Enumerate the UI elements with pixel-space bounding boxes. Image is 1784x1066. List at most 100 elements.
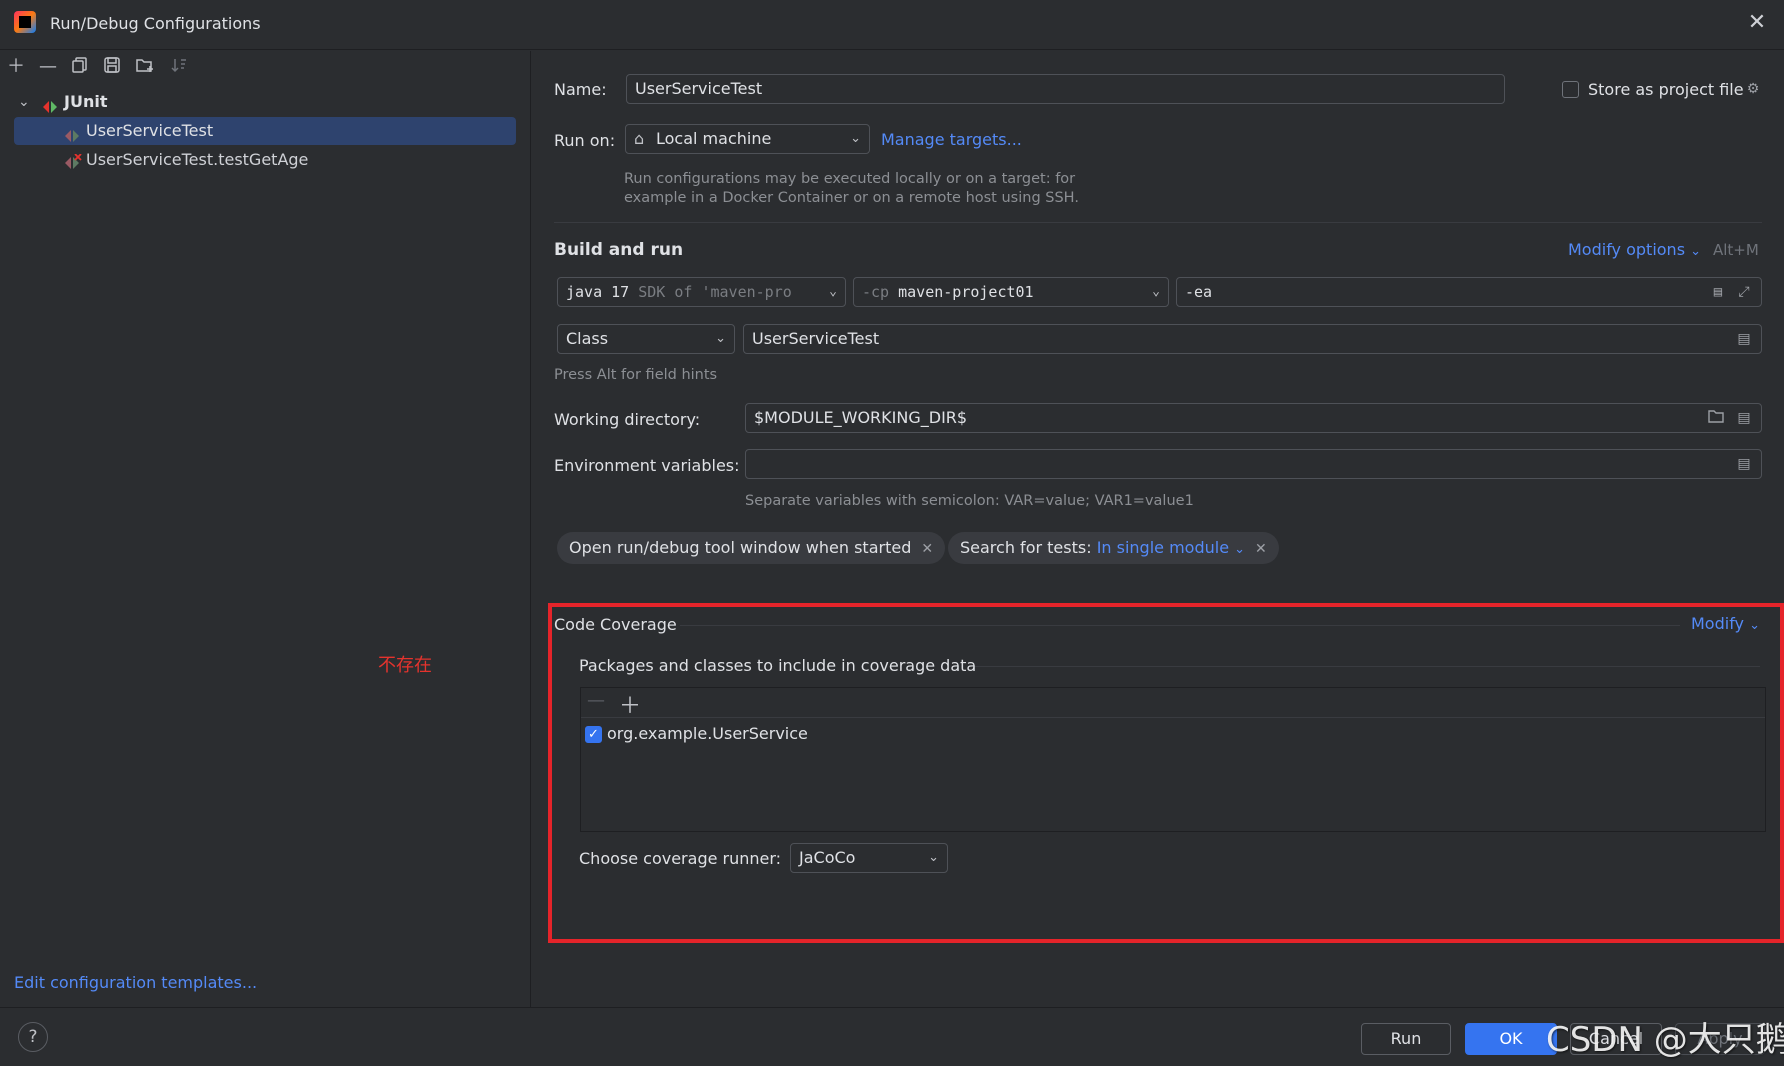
cp-dim: -cp bbox=[862, 283, 890, 301]
run-on-select[interactable]: ⌂ Local machine ⌄ bbox=[625, 124, 870, 154]
manage-targets-link[interactable]: Manage targets... bbox=[881, 130, 1022, 149]
tree-item-label: UserServiceTest bbox=[86, 121, 214, 140]
copy-icon[interactable] bbox=[69, 56, 91, 78]
working-dir-input[interactable]: $MODULE_WORKING_DIR$ ▤ bbox=[745, 403, 1762, 433]
code-coverage-title: Code Coverage bbox=[554, 615, 677, 634]
coverage-modify-label: Modify bbox=[1691, 614, 1745, 633]
csdn-watermark: CSDN @大只鹅 bbox=[1546, 1020, 1784, 1060]
name-input[interactable]: UserServiceTest bbox=[626, 74, 1505, 104]
junit-test-icon bbox=[63, 124, 81, 142]
home-icon: ⌂ bbox=[634, 129, 645, 148]
chevron-down-icon: ⌄ bbox=[715, 331, 726, 346]
tree-group-junit[interactable]: ⌄ JUnit bbox=[14, 88, 516, 116]
folder-icon[interactable] bbox=[1707, 409, 1725, 427]
jre-dim: SDK of 'maven-pro bbox=[638, 283, 792, 301]
remove-chip-icon[interactable]: ✕ bbox=[921, 541, 933, 557]
env-vars-label: Environment variables: bbox=[554, 456, 740, 475]
list-item[interactable]: ✓ org.example.UserService bbox=[585, 724, 985, 748]
chevron-down-icon: ⌄ bbox=[928, 850, 939, 865]
add-icon[interactable]: ＋ bbox=[619, 688, 641, 720]
chevron-down-icon[interactable]: ⌄ bbox=[18, 88, 34, 116]
remove-icon[interactable]: — bbox=[587, 690, 605, 711]
env-vars-input[interactable]: ▤ bbox=[745, 449, 1762, 479]
run-on-label: Run on: bbox=[554, 131, 616, 150]
expand-icon[interactable]: ⤢ bbox=[1735, 283, 1753, 301]
chevron-down-icon: ⌄ bbox=[1152, 284, 1160, 299]
store-as-project-label: Store as project file bbox=[1588, 80, 1744, 99]
window-title: Run/Debug Configurations bbox=[50, 14, 261, 33]
new-folder-icon[interactable] bbox=[134, 56, 156, 78]
close-icon[interactable]: ✕ bbox=[1744, 10, 1770, 36]
help-icon[interactable]: ? bbox=[18, 1022, 48, 1052]
chevron-down-icon: ⌄ bbox=[1234, 542, 1246, 557]
gear-icon[interactable]: ⚙ bbox=[1744, 80, 1762, 98]
modify-options-shortcut: Alt+M bbox=[1713, 241, 1759, 259]
jre-select[interactable]: java 17 SDK of 'maven-pro ⌄ bbox=[557, 277, 846, 307]
tree-item-userservicetest[interactable]: UserServiceTest bbox=[14, 117, 516, 145]
test-kind-select[interactable]: Class ⌄ bbox=[557, 324, 735, 354]
run-button[interactable]: Run bbox=[1361, 1023, 1451, 1055]
separator bbox=[975, 666, 1760, 667]
coverage-modify-link[interactable]: Modify ⌄ bbox=[1691, 614, 1760, 633]
chevron-down-icon: ⌄ bbox=[829, 284, 837, 299]
edit-templates-link[interactable]: Edit configuration templates... bbox=[14, 973, 257, 992]
coverage-list-toolbar: — ＋ bbox=[581, 688, 1765, 720]
intellij-logo-icon bbox=[14, 11, 36, 33]
modify-options-link[interactable]: Modify options ⌄ bbox=[1568, 240, 1701, 259]
class-input[interactable]: UserServiceTest ▤ bbox=[743, 324, 1762, 354]
run-on-value: Local machine bbox=[656, 129, 772, 148]
list-icon[interactable]: ▤ bbox=[1735, 330, 1753, 348]
sort-icon[interactable] bbox=[168, 56, 190, 78]
chip-search-for-tests[interactable]: Search for tests: In single module ⌄ ✕ bbox=[948, 532, 1279, 564]
chip-open-tool-window[interactable]: Open run/debug tool window when started ✕ bbox=[557, 532, 946, 564]
junit-icon bbox=[41, 95, 59, 113]
cp-value: maven-project01 bbox=[898, 283, 1034, 301]
ok-button[interactable]: OK bbox=[1465, 1023, 1557, 1055]
run-on-hint-1: Run configurations may be executed local… bbox=[624, 171, 1076, 187]
annotation-note: 不存在 bbox=[378, 655, 432, 676]
list-icon[interactable]: ▤ bbox=[1735, 409, 1753, 427]
junit-test-error-icon bbox=[63, 153, 82, 169]
field-hints-text: Press Alt for field hints bbox=[554, 367, 718, 383]
env-vars-hint: Separate variables with semicolon: VAR=v… bbox=[745, 493, 1194, 509]
vm-options-input[interactable]: -ea ▤ ⤢ bbox=[1176, 277, 1762, 307]
list-icon[interactable]: ▤ bbox=[1709, 283, 1727, 301]
configurations-toolbar: ＋ — bbox=[0, 51, 531, 83]
store-as-project-checkbox[interactable] bbox=[1562, 81, 1579, 98]
working-dir-value: $MODULE_WORKING_DIR$ bbox=[754, 408, 968, 427]
separator bbox=[554, 222, 1762, 223]
chevron-down-icon: ⌄ bbox=[1690, 244, 1702, 259]
entry-checkbox[interactable]: ✓ bbox=[585, 726, 602, 743]
coverage-runner-label: Choose coverage runner: bbox=[579, 849, 782, 868]
vm-options-value: -ea bbox=[1185, 283, 1213, 301]
entry-label: org.example.UserService bbox=[607, 724, 808, 743]
tree-item-label: UserServiceTest.testGetAge bbox=[86, 150, 309, 169]
build-run-title: Build and run bbox=[554, 240, 684, 260]
chevron-down-icon: ⌄ bbox=[1749, 618, 1761, 633]
list-icon[interactable]: ▤ bbox=[1735, 455, 1753, 473]
coverage-runner-select[interactable]: JaCoCo ⌄ bbox=[790, 843, 948, 873]
run-on-hint-2: example in a Docker Container or on a re… bbox=[624, 190, 1079, 206]
chip-label: Search for tests: bbox=[960, 538, 1092, 557]
separator bbox=[680, 625, 1680, 626]
remove-chip-icon[interactable]: ✕ bbox=[1255, 541, 1267, 557]
chevron-down-icon: ⌄ bbox=[850, 131, 861, 146]
coverage-runner-value: JaCoCo bbox=[799, 848, 856, 867]
chip-value[interactable]: In single module bbox=[1097, 538, 1229, 557]
packages-label: Packages and classes to include in cover… bbox=[579, 656, 977, 675]
classpath-select[interactable]: -cp maven-project01 ⌄ bbox=[853, 277, 1169, 307]
jre-value: java 17 bbox=[566, 283, 630, 301]
configurations-panel: ＋ — ⌄ JUnit UserServiceTest UserServiceT… bbox=[0, 51, 531, 1007]
remove-icon[interactable]: — bbox=[37, 56, 59, 78]
coverage-packages-list: — ＋ ✓ org.example.UserService bbox=[580, 687, 1766, 832]
test-kind-value: Class bbox=[566, 329, 609, 348]
title-bar: Run/Debug Configurations ✕ bbox=[0, 0, 1784, 50]
save-icon[interactable] bbox=[101, 56, 123, 78]
tree-item-testgetage[interactable]: UserServiceTest.testGetAge bbox=[14, 146, 516, 174]
add-icon[interactable]: ＋ bbox=[5, 56, 27, 78]
name-input-value: UserServiceTest bbox=[635, 79, 763, 98]
tree-group-label: JUnit bbox=[64, 92, 108, 111]
class-value: UserServiceTest bbox=[752, 329, 880, 348]
dialog-footer: ? Run OK Cancel Apply bbox=[0, 1007, 1784, 1066]
chip-label: Open run/debug tool window when started bbox=[569, 538, 912, 557]
